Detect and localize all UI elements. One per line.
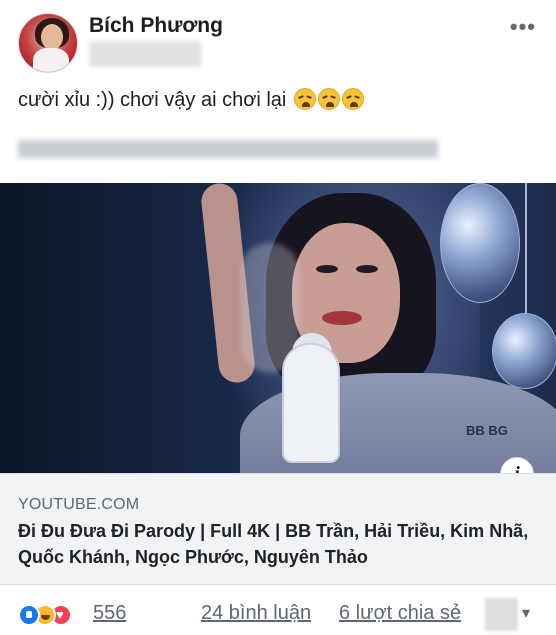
post-timestamp-blurred	[89, 41, 201, 67]
avatar-face	[41, 24, 63, 50]
microphone	[282, 343, 340, 463]
avatar-body	[33, 48, 69, 72]
more-options-icon[interactable]: •••	[510, 14, 536, 40]
chevron-down-icon[interactable]: ▾	[522, 603, 530, 623]
author-avatar[interactable]	[18, 13, 78, 73]
disco-ball	[492, 313, 556, 389]
comments-link[interactable]: 24 bình luận	[201, 602, 311, 625]
link-preview[interactable]: YOUTUBE.COM Đi Đu Đưa Đi Parody | Full 4…	[0, 473, 556, 585]
tattoo-text: BB BG	[466, 423, 508, 438]
weary-face-emoji	[341, 88, 364, 110]
blurred-timestamp	[89, 41, 201, 67]
post-status: cười xỉu :)) chơi vậy ai chơi lại	[18, 88, 364, 112]
post-header: Bích Phương •••	[0, 0, 556, 80]
weary-face-emoji	[293, 88, 316, 110]
shares-link[interactable]: 6 lượt chia sẻ	[339, 602, 461, 625]
link-title[interactable]: Đi Đu Đưa Đi Parody | Full 4K | BB Trần,…	[18, 518, 548, 570]
disco-ball	[440, 183, 520, 303]
video-thumbnail[interactable]: BB BG	[0, 183, 556, 473]
author-name[interactable]: Bích Phương	[89, 14, 223, 38]
blurred-hashtags	[18, 140, 438, 158]
weary-face-emoji	[317, 88, 340, 110]
like-icon[interactable]	[18, 604, 40, 626]
link-domain: YOUTUBE.COM	[18, 496, 140, 513]
hashtags-blurred	[18, 140, 438, 162]
viewer-avatar-blurred[interactable]	[485, 598, 518, 631]
reaction-count[interactable]: 556	[93, 602, 126, 625]
status-text: cười xỉu :)) chơi vậy ai chơi lại	[18, 89, 287, 111]
